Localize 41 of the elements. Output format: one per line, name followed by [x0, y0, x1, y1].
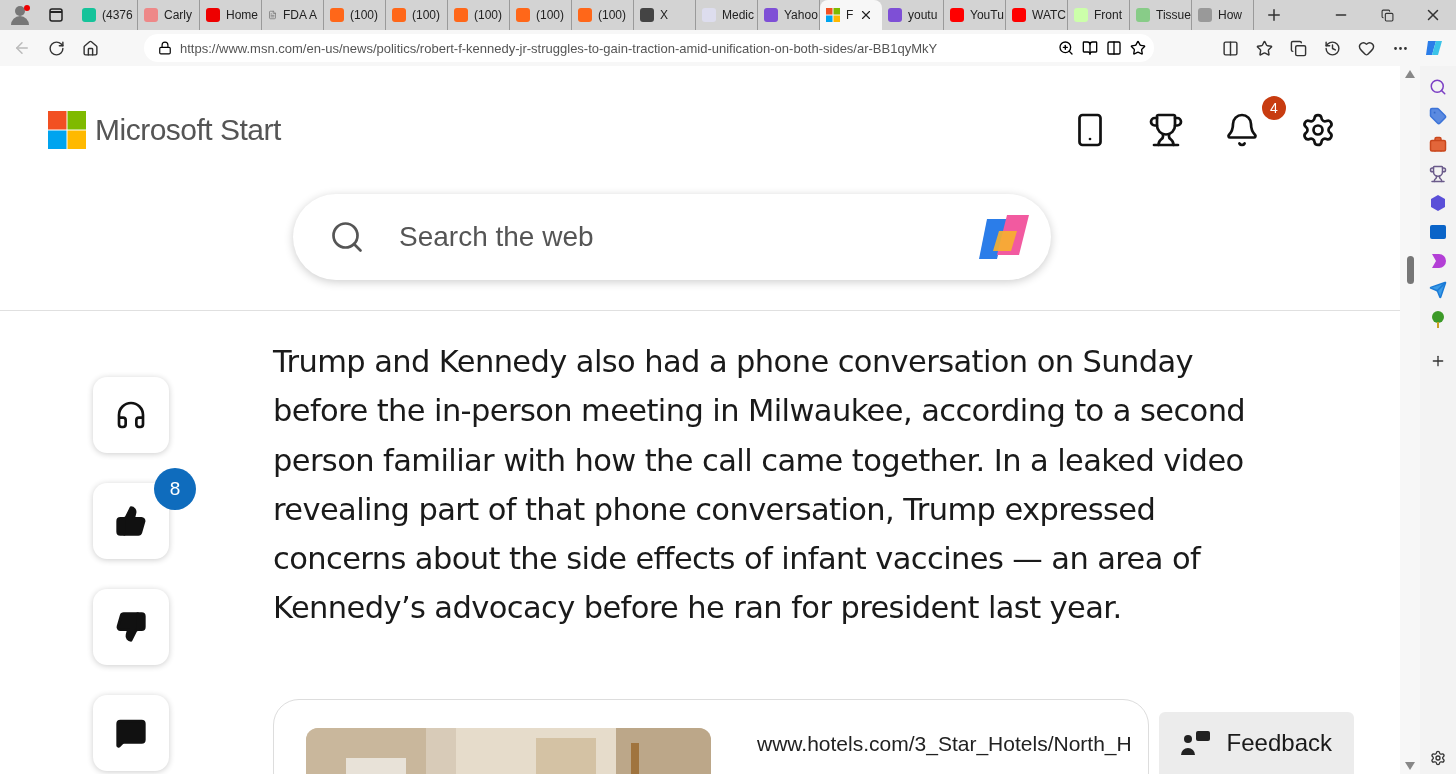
document-icon [268, 8, 277, 22]
notification-badge: 4 [1260, 94, 1288, 122]
lock-icon [158, 41, 172, 55]
send-icon[interactable] [1429, 281, 1447, 299]
windows-logo [826, 8, 840, 22]
feedback-button[interactable]: Feedback [1158, 712, 1354, 774]
briefcase-icon[interactable] [1429, 136, 1447, 154]
ribbon-icon[interactable] [1429, 252, 1447, 270]
scrollbar-thumb[interactable] [1406, 256, 1414, 284]
tree-icon[interactable] [1429, 310, 1447, 328]
thumbs-up-icon [115, 505, 147, 537]
like-button[interactable] [93, 483, 169, 559]
search-icon[interactable] [1429, 78, 1447, 96]
headphones-icon [115, 399, 147, 431]
like-count: 8 [154, 468, 196, 510]
reader-icon[interactable] [1106, 40, 1122, 56]
article-paragraph: Trump and Kennedy also had a phone conversation on Sunday before the in-person meeting in Milwaukee, according to a second person familiar with how the call came together. In a leaked video revealing part of that phone conversation, Trump expressed concerns about the side effects of infant vaccines — an area of Kennedy’s advocacy before he ran for president last year. [273, 343, 1247, 628]
search-icon [329, 219, 365, 255]
tag-icon[interactable] [1429, 107, 1447, 125]
favorite-icon[interactable] [1130, 40, 1146, 56]
ad-card[interactable]: www.hotels.com/3_Star_Hotels/North_H [273, 698, 1149, 774]
thumbs-down-icon [115, 611, 147, 643]
add-icon[interactable] [1430, 353, 1446, 369]
site-logo[interactable]: Microsoft Start [95, 113, 281, 147]
comment-button[interactable] [93, 695, 169, 771]
scroll-down-icon[interactable] [1405, 762, 1415, 770]
search-field[interactable]: Search the web [293, 194, 1051, 280]
browser-tab[interactable]: F [820, 0, 882, 30]
windows-logo [48, 111, 86, 149]
zoom-icon[interactable] [1058, 40, 1074, 56]
feedback-icon [1180, 731, 1211, 755]
listen-button[interactable] [93, 377, 169, 453]
search-input[interactable]: Search the web [397, 220, 945, 254]
speech-bubble-icon [115, 717, 147, 749]
settings-icon[interactable] [1430, 750, 1446, 766]
hexagon-icon[interactable] [1429, 194, 1447, 212]
ad-url[interactable]: www.hotels.com/3_Star_Hotels/North_H [757, 731, 1132, 774]
address-bar[interactable]: https://www.msn.com/en-us/news/politics/robert-f-kennedy-jr-struggles-to-gain-traction-amid-unification-on-both-sides/ar-BB1qyMkY [144, 34, 1154, 62]
scroll-up-icon[interactable] [1405, 70, 1415, 78]
dislike-button[interactable] [93, 589, 169, 665]
read-aloud-icon[interactable] [1082, 40, 1098, 56]
